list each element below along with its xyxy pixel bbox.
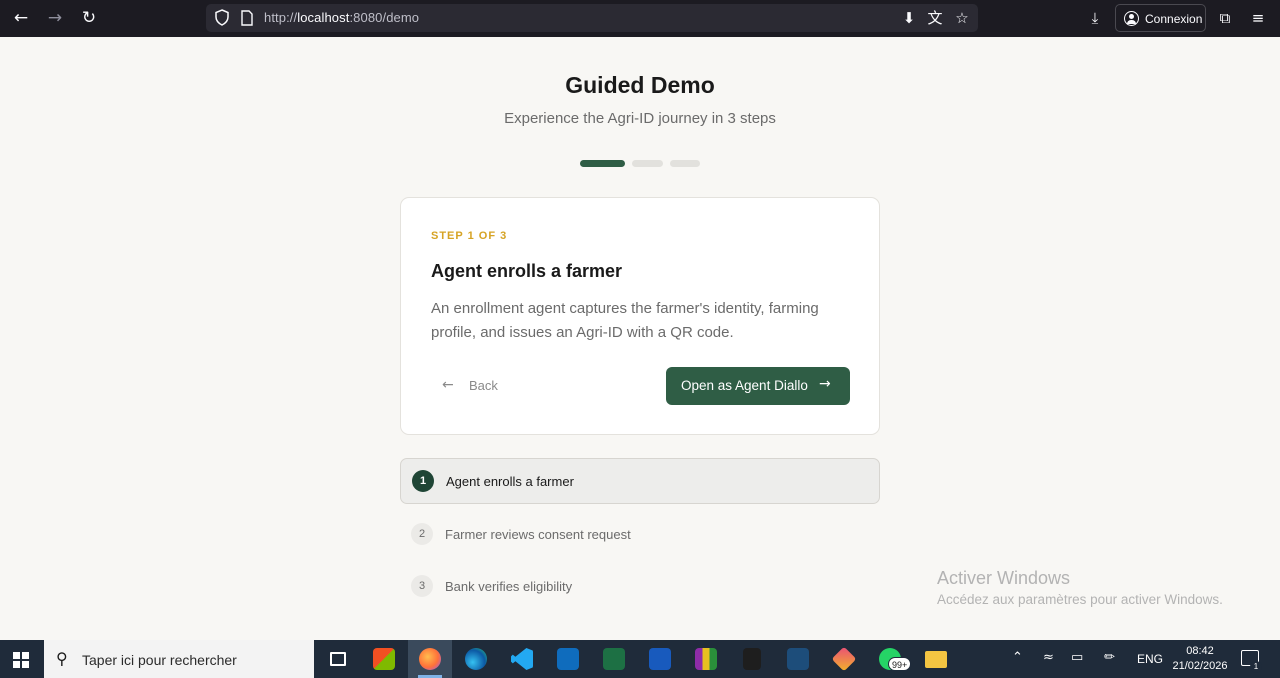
input-language[interactable]: ENG [1137,652,1163,666]
task-view-icon [330,652,346,666]
windows-logo-icon [13,652,29,668]
figma-icon [743,648,761,670]
step-list-item-2[interactable]: 2 Farmer reviews consent request [400,512,880,558]
taskbar-app-word[interactable] [638,640,682,678]
forward-arrow-icon[interactable]: → [42,6,68,30]
taskbar-search[interactable]: ⚲ Taper ici pour rechercher [44,640,314,678]
windows-taskbar: ⚲ Taper ici pour rechercher 99+ ⌃ ≈ ▭ ✏ … [0,640,1280,678]
mysql-workbench-icon [787,648,809,670]
step-list-item-1[interactable]: 1 Agent enrolls a farmer [400,458,880,504]
menu-hamburger-icon[interactable]: ≡ [1248,8,1268,28]
taskbar-app-excel[interactable] [592,640,636,678]
arrow-left-icon: ← [442,377,454,393]
show-hidden-icons-chevron-icon[interactable]: ⌃ [1012,650,1023,665]
step-number-badge: 3 [411,575,433,597]
winrar-icon [695,648,717,670]
open-as-agent-button[interactable]: Open as Agent Diallo → [666,367,850,405]
progress-segment-1 [580,160,625,167]
step-title: Agent enrolls a farmer [431,261,623,281]
back-arrow-icon[interactable]: ← [8,6,34,30]
step-list-item-3[interactable]: 3 Bank verifies eligibility [400,564,880,610]
back-button-label: Back [469,378,498,393]
taskbar-app-figma[interactable] [730,640,774,678]
translate-icon[interactable]: 文 [926,9,944,27]
whatsapp-notification-badge: 99+ [888,657,912,671]
firefox-icon [419,648,441,670]
save-to-pocket-icon[interactable]: ⬇ [900,9,918,27]
clock-time: 08:42 [1186,645,1214,657]
account-icon [1124,11,1139,26]
outlook-icon [557,648,579,670]
arrow-right-icon: → [819,376,831,392]
taskbar-app-mysql-workbench[interactable] [776,640,820,678]
taskbar-app-store[interactable] [362,640,406,678]
pen-icon[interactable]: ✏ [1104,650,1115,665]
activation-watermark-subtitle: Accédez aux paramètres pour activer Wind… [937,592,1223,607]
step-list-label: Agent enrolls a farmer [446,474,574,489]
gitkraken-icon [831,646,857,672]
task-view-button[interactable] [316,640,360,678]
battery-icon[interactable]: ▭ [1071,650,1083,665]
step-number-badge: 2 [411,523,433,545]
progress-segment-2 [632,160,663,167]
open-as-agent-label: Open as Agent Diallo [681,378,808,393]
account-button[interactable]: Connexion [1115,4,1206,32]
taskbar-clock[interactable]: 08:42 21/02/2026 [1170,644,1230,674]
edge-icon [465,648,487,670]
bookmark-star-icon[interactable]: ☆ [953,9,971,27]
step-list-label: Farmer reviews consent request [445,527,631,542]
reload-icon[interactable]: ↻ [76,6,102,30]
taskbar-app-file-explorer[interactable] [914,640,958,678]
step-counter-label: STEP 1 OF 3 [431,230,508,242]
excel-icon [603,648,625,670]
page-info-icon[interactable] [241,10,253,26]
account-label: Connexion [1145,12,1203,26]
activation-watermark-title: Activer Windows [937,568,1071,588]
extensions-icon[interactable]: ⧉ [1215,8,1235,28]
taskbar-search-placeholder: Taper ici pour rechercher [82,652,237,668]
page-subtitle: Experience the Agri-ID journey in 3 step… [504,110,776,127]
taskbar-app-edge[interactable] [454,640,498,678]
wifi-icon[interactable]: ≈ [1043,650,1054,665]
step-number-badge: 1 [412,470,434,492]
downloads-icon[interactable]: ⤓ [1085,8,1105,28]
step-description: An enrollment agent captures the farmer'… [431,300,819,341]
word-icon [649,648,671,670]
microsoft-store-icon [373,648,395,670]
step-card: STEP 1 OF 3 Agent enrolls a farmer An en… [400,197,880,435]
taskbar-app-vscode[interactable] [500,640,544,678]
taskbar-app-firefox[interactable] [408,640,452,678]
clock-date: 21/02/2026 [1172,660,1228,672]
taskbar-app-gitkraken[interactable] [822,640,866,678]
step-list-label: Bank verifies eligibility [445,579,573,594]
browser-toolbar: ← → ↻ http://localhost:8080/demo ⬇ 文 ☆ ⤓… [0,0,1280,37]
taskbar-app-whatsapp[interactable]: 99+ [868,640,912,678]
progress-segment-3 [670,160,700,167]
search-icon: ⚲ [56,649,68,668]
page-title: Guided Demo [565,72,715,98]
start-button[interactable] [0,640,44,678]
taskbar-app-winrar[interactable] [684,640,728,678]
address-bar[interactable]: http://localhost:8080/demo ⬇ 文 ☆ [206,4,978,32]
url-text[interactable]: http://localhost:8080/demo [264,10,419,25]
notification-count: 1 [1250,661,1262,673]
vscode-icon [511,648,533,670]
tracking-shield-icon[interactable] [215,9,229,26]
taskbar-app-outlook[interactable] [546,640,590,678]
file-explorer-icon [925,651,947,668]
